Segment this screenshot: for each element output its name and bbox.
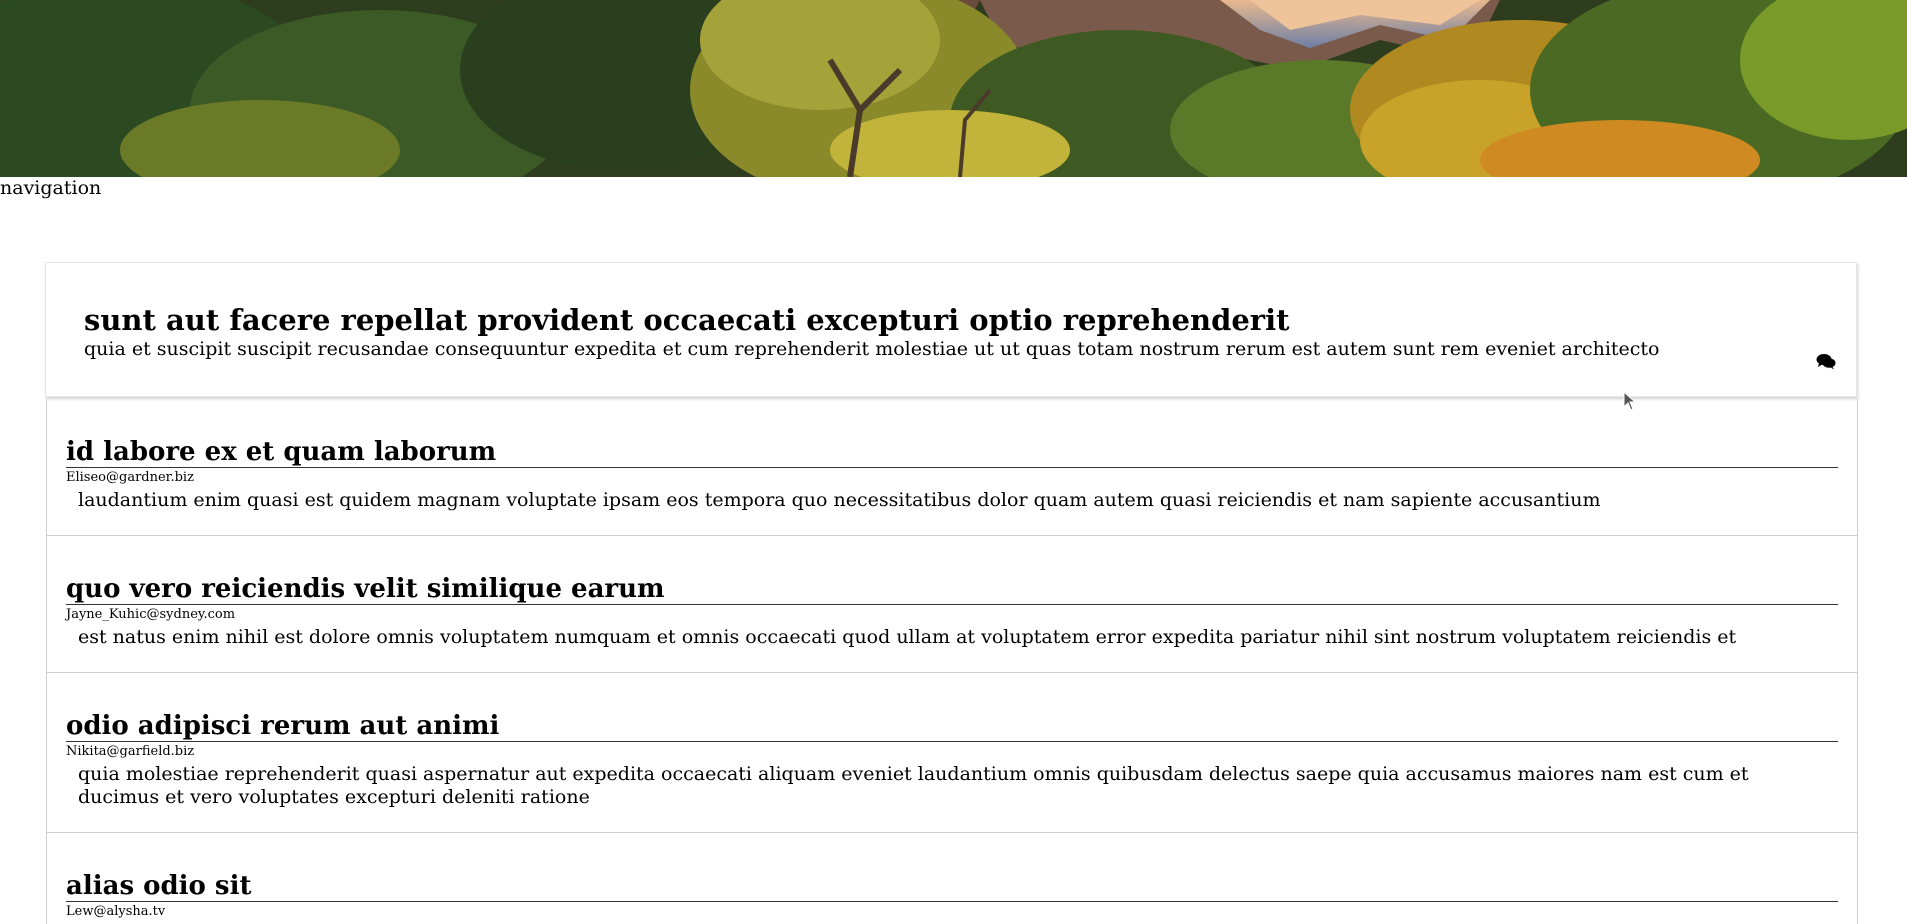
header-banner-image — [0, 0, 1907, 177]
comment-email: Eliseo@gardner.biz — [66, 470, 194, 485]
comment-body: quia molestiae reprehenderit quasi asper… — [78, 763, 1749, 808]
post-title: sunt aut facere repellat provident occae… — [84, 303, 1290, 337]
comment-email: Lew@alysha.tv — [66, 904, 166, 919]
post-body: quia et suscipit suscipit recusandae con… — [84, 338, 1660, 360]
comment-name: id labore ex et quam laborum — [66, 437, 1838, 468]
comment-item: alias odio sit Lew@alysha.tv — [47, 833, 1857, 924]
post-card: sunt aut facere repellat provident occae… — [45, 262, 1857, 397]
comment-email: Jayne_Kuhic@sydney.com — [66, 607, 236, 622]
comment-name: alias odio sit — [66, 871, 1838, 902]
comment-body: laudantium enim quasi est quidem magnam … — [78, 489, 1601, 511]
comment-name: odio adipisci rerum aut animi — [66, 711, 1838, 742]
comment-email: Nikita@garfield.biz — [66, 744, 195, 759]
navigation-label: navigation — [0, 177, 102, 199]
comments-icon[interactable] — [1816, 353, 1836, 370]
banner-landscape-graphic — [0, 0, 1907, 177]
comment-body: est natus enim nihil est dolore omnis vo… — [78, 626, 1737, 648]
comment-name: quo vero reiciendis velit similique earu… — [66, 574, 1838, 605]
comment-item: id labore ex et quam laborum Eliseo@gard… — [47, 399, 1857, 536]
comment-item: odio adipisci rerum aut animi Nikita@gar… — [47, 673, 1857, 833]
comments-list: id labore ex et quam laborum Eliseo@gard… — [46, 399, 1858, 924]
comment-item: quo vero reiciendis velit similique earu… — [47, 536, 1857, 673]
